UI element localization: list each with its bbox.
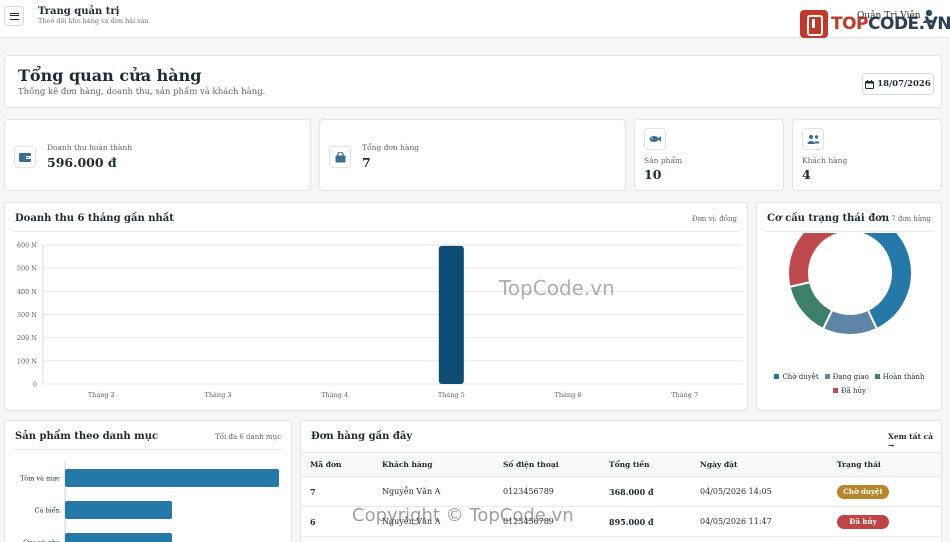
category-label: Cua và ghẹ	[23, 538, 60, 542]
stat-card-customers: Khách hàng 4	[792, 119, 942, 191]
legend-item: Hoàn thành	[874, 370, 925, 384]
stat-value: 10	[644, 167, 662, 182]
phone-number: 0123456789	[494, 476, 600, 507]
arrow-right-icon: →	[888, 441, 895, 450]
legend-swatch	[874, 374, 880, 379]
stat-value: 596.000 đ	[47, 155, 117, 170]
page-title: Tổng quan cửa hàng	[18, 66, 202, 85]
column-header: Trạng thái	[828, 452, 941, 477]
current-date: 18/07/2026	[877, 79, 931, 89]
legend-swatch	[824, 374, 830, 379]
x-tick-label: Tháng 4	[321, 391, 348, 399]
donut-slice	[787, 233, 851, 288]
date-badge[interactable]: 18/07/2026	[862, 73, 934, 95]
watermark: Copyright © TopCode.vn	[352, 505, 574, 526]
wallet-icon	[14, 146, 36, 168]
stat-card-revenue: Doanh thu hoàn thành 596.000 đ	[4, 119, 311, 191]
x-tick-label: Tháng 3	[205, 391, 232, 399]
category-bar	[65, 533, 172, 542]
legend-swatch	[832, 388, 838, 393]
legend-label: Chờ duyệt	[782, 373, 819, 381]
order-id: 7	[301, 476, 373, 507]
y-tick-label: 400 N	[17, 288, 37, 296]
users-icon	[802, 128, 824, 150]
category-bar	[65, 469, 279, 487]
app-title: Trang quản trị	[38, 6, 120, 17]
x-tick-label: Tháng 2	[88, 391, 115, 399]
revenue-bar	[438, 245, 464, 384]
column-header: Số điện thoại	[494, 452, 600, 477]
stat-card-orders: Tổng đơn hàng 7	[319, 119, 626, 191]
category-bar-chart: Tôm và mực Cá biển Cua và ghẹ	[20, 461, 279, 542]
stat-label: Doanh thu hoàn thành	[47, 143, 133, 152]
legend-swatch	[774, 374, 780, 379]
category-bar	[65, 501, 172, 519]
user-label[interactable]: Quản Trị Viên	[857, 11, 921, 21]
status-chart-card: Cơ cấu trạng thái đơn 7 đơn hàng Chờ duy…	[756, 202, 942, 411]
menu-toggle-button[interactable]	[4, 6, 24, 26]
legend-item: Đã hủy	[832, 384, 867, 398]
x-tick-label: Tháng 6	[555, 391, 582, 399]
y-tick-label: 0	[33, 381, 37, 389]
y-tick-label: 300 N	[17, 311, 37, 319]
y-tick-label: 200 N	[17, 334, 37, 342]
order-date: 04/05/2026 14:05	[691, 476, 828, 507]
category-label: Tôm và mực	[20, 474, 60, 483]
stat-label: Tổng đơn hàng	[362, 143, 420, 152]
legend-item: Chờ duyệt	[774, 370, 819, 384]
divider	[765, 231, 933, 232]
column-header: Khách hàng	[373, 452, 494, 477]
x-tick-label: Tháng 7	[671, 391, 698, 399]
order-total: 895.000 đ	[600, 506, 691, 537]
status-legend: Chờ duyệt Đang giao Hoàn thành Đã hủy	[757, 370, 942, 398]
order-status-cell: Chờ duyệt	[828, 476, 941, 507]
legend-item: Đang giao	[824, 370, 869, 384]
hamburger-icon	[9, 12, 19, 20]
order-status-cell: Đã hủy	[828, 506, 941, 537]
calendar-icon	[865, 79, 875, 89]
revenue-chart-card: Doanh thu 6 tháng gần nhất Đơn vị: đồng …	[4, 202, 748, 411]
view-all-label: Xem tất cả	[888, 432, 933, 441]
legend-label: Đã hủy	[840, 387, 867, 395]
panel-note: 7 đơn hàng	[891, 215, 931, 223]
column-header: Tổng tiền	[600, 452, 691, 477]
panel-title: Đơn hàng gần đây	[311, 431, 413, 442]
y-tick-label: 100 N	[17, 357, 37, 365]
status-badge: Chờ duyệt	[837, 484, 889, 499]
legend-label: Đang giao	[832, 373, 869, 381]
legend-label: Hoàn thành	[882, 373, 925, 381]
stat-value: 7	[362, 155, 371, 170]
panel-title: Cơ cấu trạng thái đơn	[767, 213, 890, 224]
category-label: Cá biển	[35, 506, 60, 515]
category-chart-card: Sản phẩm theo danh mục Tối đa 6 danh mục…	[4, 420, 292, 542]
logo-mark-icon	[800, 10, 828, 38]
app-subtitle: Theo dõi kho hàng và đơn hải sản	[38, 17, 149, 25]
customer-name: Nguyễn Văn A	[373, 476, 494, 507]
stat-label: Sản phẩm	[644, 156, 683, 165]
y-tick-label: 500 N	[17, 265, 37, 273]
page-subtitle: Thống kê đơn hàng, doanh thu, sản phẩm v…	[18, 87, 266, 97]
column-header: Mã đơn	[301, 452, 373, 477]
table-header-row: Mã đơn Khách hàng Số điện thoại Tổng tiề…	[301, 452, 941, 477]
stat-label: Khách hàng	[802, 156, 848, 165]
y-tick-label: 600 N	[17, 242, 37, 250]
overview-header-card: Tổng quan cửa hàng Thống kê đơn hàng, do…	[4, 55, 942, 108]
column-header: Ngày đặt	[691, 452, 828, 477]
revenue-bar-chart: 0 100 N 200 N 300 N 400 N 500 N 600 N Tháng 2 Th…	[17, 242, 743, 399]
donut-slice	[788, 280, 834, 331]
status-badge: Đã hủy	[837, 514, 889, 529]
order-date: 04/05/2026 11:47	[691, 506, 828, 537]
table-row[interactable]: 7 Nguyễn Văn A 0123456789 368.000 đ 04/0…	[301, 476, 941, 507]
user-icon[interactable]	[921, 8, 937, 24]
fish-icon	[644, 128, 666, 150]
order-total: 368.000 đ	[600, 476, 691, 507]
watermark: TopCode.vn	[499, 276, 615, 300]
x-tick-label: Tháng 5	[438, 391, 465, 399]
shopping-bag-icon	[329, 146, 351, 168]
stat-card-products: Sản phẩm 10	[634, 119, 784, 191]
stat-value: 4	[802, 167, 811, 182]
view-all-link[interactable]: Xem tất cả →	[888, 432, 941, 450]
